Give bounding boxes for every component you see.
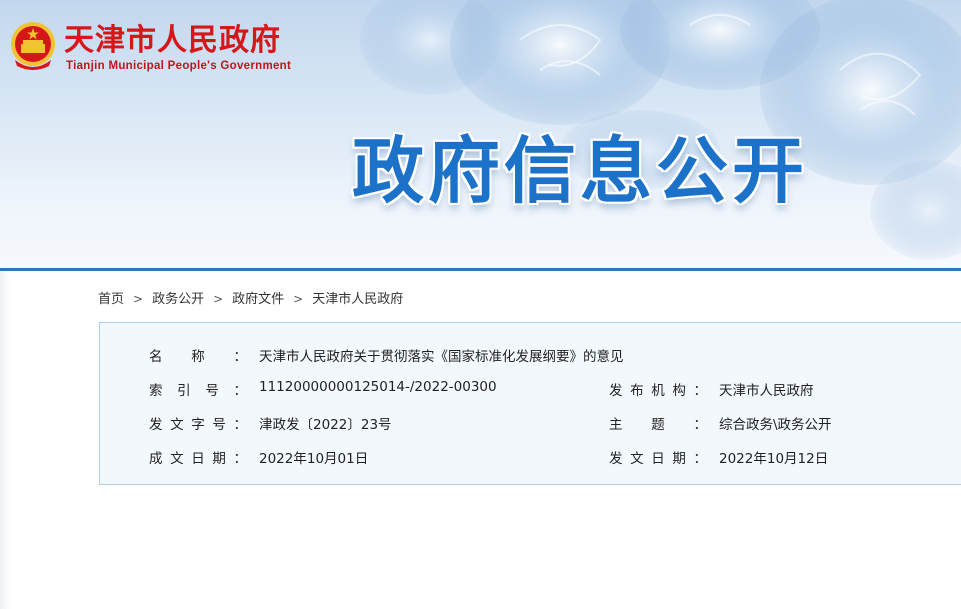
document-number-label: 发文字号： (149, 417, 247, 433)
header-banner: 天津市人民政府 Tianjin Municipal People's Gover… (0, 0, 961, 268)
government-name-cn: 天津市人民政府 (64, 23, 281, 58)
breadcrumb-home-link[interactable]: 首页 (98, 288, 124, 307)
index-number-value: 11120000000125014-/2022-00300 (259, 379, 497, 395)
creation-date-label: 成文日期： (149, 451, 247, 467)
breadcrumb-separator: > (133, 292, 144, 306)
breadcrumb-government-documents-link[interactable]: 政府文件 (232, 288, 284, 307)
subject-label: 主题： (609, 417, 707, 433)
publisher-label: 发布机构： (609, 383, 707, 399)
left-edge-shade (0, 271, 10, 609)
creation-date-value: 2022年10月01日 (259, 451, 369, 467)
government-name-en: Tianjin Municipal People's Government (66, 60, 292, 72)
breadcrumb: 首页 > 政务公开 > 政府文件 > 天津市人民政府 (98, 288, 403, 307)
breadcrumb-separator: > (293, 292, 304, 306)
document-info-panel: 名称： 天津市人民政府关于贯彻落实《国家标准化发展纲要》的意见 索引号： 111… (99, 322, 961, 485)
publish-date-label: 发文日期： (609, 451, 707, 467)
breadcrumb-separator: > (213, 292, 224, 306)
publish-date-value: 2022年10月12日 (719, 451, 829, 467)
breadcrumb-tianjin-government-link[interactable]: 天津市人民政府 (312, 288, 403, 307)
header-divider (0, 268, 961, 271)
publisher-value: 天津市人民政府 (719, 383, 814, 399)
name-label: 名称： (149, 349, 247, 365)
national-emblem-icon (11, 22, 55, 70)
document-number-value: 津政发〔2022〕23号 (259, 417, 392, 433)
page-banner-title: 政府信息公开 (352, 129, 809, 213)
document-title-value: 天津市人民政府关于贯彻落实《国家标准化发展纲要》的意见 (259, 349, 624, 365)
index-number-label: 索引号： (149, 383, 247, 399)
subject-value: 综合政务\政务公开 (719, 417, 832, 433)
breadcrumb-government-affairs-link[interactable]: 政务公开 (152, 288, 204, 307)
